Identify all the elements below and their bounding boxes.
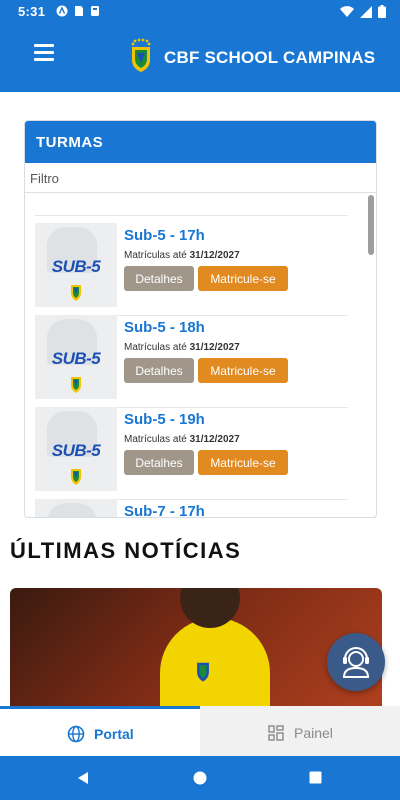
recents-icon[interactable] bbox=[309, 771, 322, 784]
app-title: CBF SCHOOL CAMPINAS bbox=[164, 48, 376, 67]
turma-thumbnail: SUB-5 bbox=[35, 223, 117, 307]
back-icon[interactable] bbox=[76, 771, 90, 785]
turma-item: Sub-7 - 17h bbox=[35, 499, 365, 517]
app-notification-icon bbox=[56, 5, 68, 17]
turma-name[interactable]: Sub-5 - 19h bbox=[124, 411, 205, 428]
details-button[interactable]: Detalhes bbox=[124, 358, 194, 383]
globe-icon bbox=[67, 725, 85, 743]
tab-painel[interactable]: Painel bbox=[200, 706, 400, 756]
turmas-header: TURMAS bbox=[25, 121, 376, 163]
battery-icon bbox=[378, 5, 386, 18]
turma-thumbnail bbox=[35, 499, 117, 517]
enrollment-deadline: Matrículas até 31/12/2027 bbox=[124, 250, 240, 261]
cbf-crest-icon bbox=[71, 377, 81, 393]
list-divider bbox=[35, 215, 348, 216]
tab-portal-label: Portal bbox=[94, 726, 134, 742]
support-agent-icon bbox=[342, 647, 370, 678]
details-button[interactable]: Detalhes bbox=[124, 450, 194, 475]
news-section-title: ÚLTIMAS NOTÍCIAS bbox=[10, 538, 242, 563]
turma-badge: SUB-5 bbox=[51, 349, 101, 368]
turma-name[interactable]: Sub-5 - 17h bbox=[124, 227, 205, 244]
signal-icon bbox=[360, 5, 372, 18]
cbf-crest-icon bbox=[71, 285, 81, 301]
hamburger-menu-icon[interactable] bbox=[34, 44, 56, 62]
wifi-icon bbox=[340, 5, 354, 17]
turma-name[interactable]: Sub-5 - 18h bbox=[124, 319, 205, 336]
tab-painel-label: Painel bbox=[294, 725, 333, 741]
turmas-card: TURMAS Filtro SUB-5 Sub-5 - 17h Matrícul… bbox=[24, 120, 377, 518]
turma-badge: SUB-5 bbox=[51, 441, 101, 460]
notification-icons bbox=[56, 5, 100, 17]
storage-icon bbox=[91, 6, 99, 16]
enroll-button[interactable]: Matricule-se bbox=[198, 450, 288, 475]
grid-icon bbox=[268, 725, 284, 741]
turma-badge: SUB-5 bbox=[51, 257, 101, 276]
enrollment-deadline: Matrículas até 31/12/2027 bbox=[124, 434, 240, 445]
status-bar: 5:31 bbox=[0, 0, 400, 24]
turma-item: SUB-5 Sub-5 - 19h Matrículas até 31/12/2… bbox=[35, 407, 365, 491]
sim-card-icon bbox=[75, 6, 83, 16]
news-image-jersey bbox=[160, 618, 270, 708]
home-icon[interactable] bbox=[193, 771, 207, 785]
cbf-crest-icon bbox=[197, 662, 209, 682]
filter-input[interactable]: Filtro bbox=[25, 163, 376, 193]
tab-portal[interactable]: Portal bbox=[0, 706, 200, 756]
cbf-crest-icon bbox=[71, 469, 81, 485]
app-header: CBF SCHOOL CAMPINAS bbox=[0, 24, 400, 92]
support-chat-button[interactable] bbox=[327, 633, 385, 691]
system-navigation-bar bbox=[0, 756, 400, 800]
turma-name[interactable]: Sub-7 - 17h bbox=[124, 503, 205, 517]
bottom-navigation: Portal Painel bbox=[0, 706, 400, 756]
details-button[interactable]: Detalhes bbox=[124, 266, 194, 291]
turma-item: SUB-5 Sub-5 - 18h Matrículas até 31/12/2… bbox=[35, 315, 365, 399]
system-status-icons bbox=[340, 5, 386, 18]
turmas-list: SUB-5 Sub-5 - 17h Matrículas até 31/12/2… bbox=[25, 193, 376, 517]
enroll-button[interactable]: Matricule-se bbox=[198, 266, 288, 291]
enrollment-deadline: Matrículas até 31/12/2027 bbox=[124, 342, 240, 353]
turma-item: SUB-5 Sub-5 - 17h Matrículas até 31/12/2… bbox=[35, 223, 365, 307]
turma-thumbnail: SUB-5 bbox=[35, 315, 117, 399]
turma-thumbnail: SUB-5 bbox=[35, 407, 117, 491]
enroll-button[interactable]: Matricule-se bbox=[198, 358, 288, 383]
status-time: 5:31 bbox=[18, 4, 46, 19]
cbf-crest-icon bbox=[131, 38, 151, 72]
